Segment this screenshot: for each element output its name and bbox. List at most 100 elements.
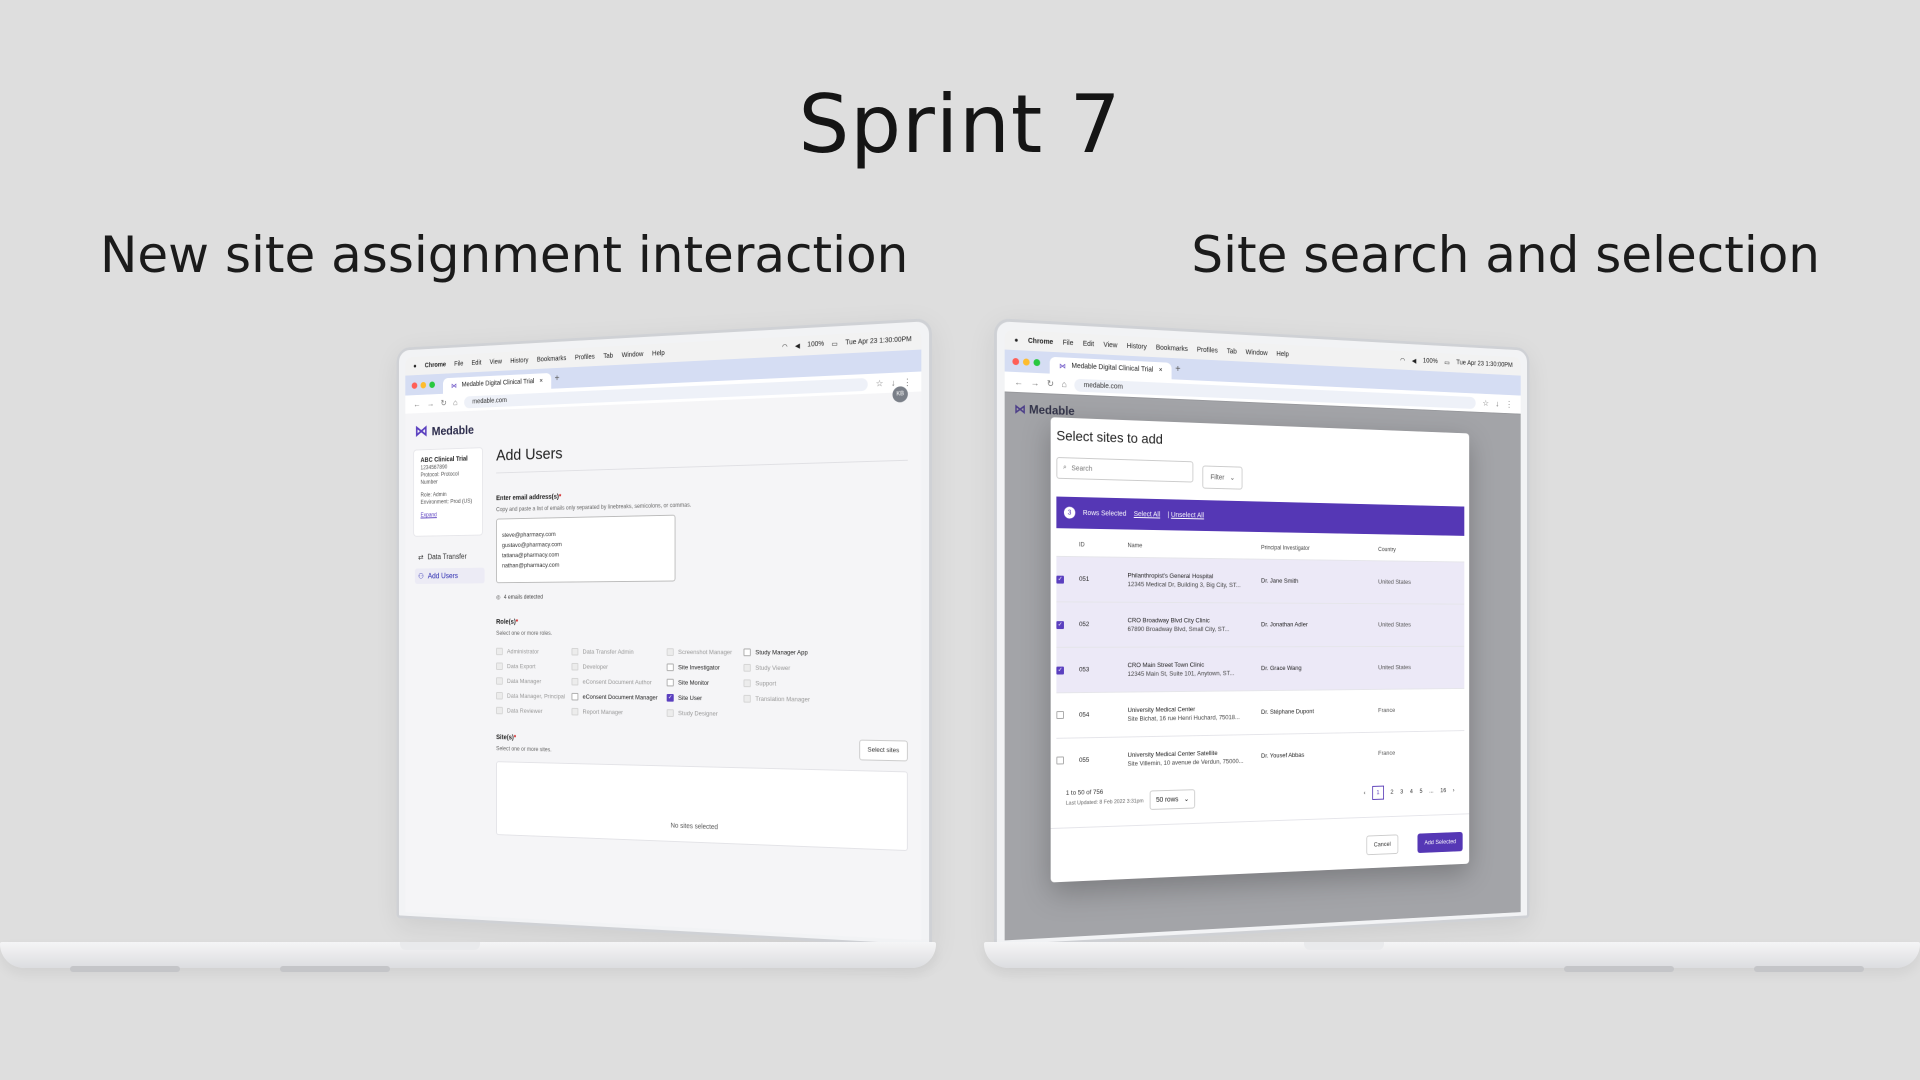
search-input[interactable]: ⌕ Search [1056, 456, 1194, 483]
reload-icon[interactable]: ↻ [1047, 378, 1054, 389]
checkbox-checked-icon[interactable]: ✓ [666, 693, 674, 702]
menu-tab[interactable]: Tab [1227, 348, 1237, 355]
checkbox-icon[interactable] [571, 692, 579, 701]
column-header-country[interactable]: Country [1378, 547, 1464, 554]
menu-window[interactable]: Window [622, 351, 644, 359]
email-textarea[interactable]: steve@pharmacy.com gustavo@pharmacy.com … [496, 514, 676, 584]
menu-bookmarks[interactable]: Bookmarks [1156, 344, 1188, 352]
checkbox-checked-icon[interactable]: ✓ [1056, 575, 1064, 584]
menu-window[interactable]: Window [1246, 349, 1268, 357]
role-option[interactable]: ✓ Site User [666, 693, 744, 703]
menu-chrome[interactable]: Chrome [1028, 337, 1053, 345]
page-button[interactable]: 16 [1440, 787, 1446, 794]
bookmark-star-icon[interactable]: ☆ [1482, 398, 1489, 408]
close-window-icon[interactable] [1012, 357, 1020, 365]
column-header-id[interactable]: ID [1079, 542, 1128, 549]
role-option[interactable]: Study Manager App [743, 648, 827, 657]
brand-logo[interactable]: ⋈ Medable [415, 420, 474, 441]
new-tab-icon[interactable]: + [555, 373, 560, 384]
menu-chrome[interactable]: Chrome [425, 361, 446, 368]
menu-profiles[interactable]: Profiles [575, 353, 595, 361]
role-option[interactable]: Site Monitor [666, 678, 744, 687]
table-row[interactable]: ✓ 052 CRO Broadway Blvd City Clinic 67890 B… [1056, 601, 1465, 647]
volume-icon[interactable]: ◀ [795, 342, 800, 350]
back-icon[interactable]: ← [413, 399, 420, 408]
checkbox-icon[interactable] [1056, 755, 1064, 765]
minimize-window-icon[interactable] [420, 381, 427, 389]
cancel-button[interactable]: Cancel [1366, 834, 1399, 856]
chevron-right-icon[interactable]: › [1453, 787, 1455, 793]
menu-bookmarks[interactable]: Bookmarks [537, 355, 567, 363]
site-name-cell: University Medical Center Site Bichat, 16… [1128, 705, 1262, 723]
filter-dropdown[interactable]: Filter ⌄ [1202, 465, 1243, 490]
select-sites-button[interactable]: Select sites [858, 739, 908, 762]
column-header-pi[interactable]: Principal Investigator [1261, 545, 1378, 553]
checkbox-checked-icon[interactable]: ✓ [1056, 666, 1064, 675]
checkbox-checked-icon[interactable]: ✓ [1056, 620, 1064, 629]
back-icon[interactable]: ← [1014, 377, 1023, 387]
forward-icon[interactable]: → [427, 399, 434, 408]
zoom-window-icon[interactable] [429, 380, 435, 388]
more-menu-icon[interactable]: ⋮ [903, 376, 912, 387]
zoom-window-icon[interactable] [1033, 358, 1041, 366]
battery-icon[interactable]: ▭ [1444, 359, 1449, 367]
menu-tab[interactable]: Tab [603, 352, 613, 359]
table-row[interactable]: ✓ 051 Philanthropist's General Hospital 123… [1056, 555, 1465, 604]
page-button[interactable]: 4 [1410, 788, 1413, 795]
avatar[interactable]: KB [892, 386, 908, 403]
checkbox-icon [496, 647, 503, 656]
menu-help[interactable]: Help [652, 350, 665, 357]
sidebar-item-add-users[interactable]: ⚇ Add Users [414, 567, 485, 584]
unselect-all-link[interactable]: Unselect All [1171, 511, 1204, 518]
page-button[interactable]: 5 [1420, 788, 1423, 795]
download-icon[interactable]: ↓ [1495, 399, 1499, 408]
menu-edit[interactable]: Edit [1083, 340, 1094, 347]
page-button[interactable]: 2 [1390, 789, 1393, 796]
wifi-icon[interactable]: ◠ [1400, 357, 1405, 364]
home-icon[interactable]: ⌂ [1062, 379, 1067, 389]
sidebar-item-data-transfer[interactable]: ⇄ Data Transfer [415, 548, 485, 565]
table-row[interactable]: ✓ 053 CRO Main Street Town Clinic 12345 Mai… [1056, 645, 1465, 693]
checkbox-icon[interactable] [1056, 710, 1064, 719]
sidebar-item-label: Add Users [427, 571, 459, 581]
checkbox-icon[interactable] [743, 648, 751, 657]
menu-profiles[interactable]: Profiles [1197, 346, 1218, 354]
bookmark-star-icon[interactable]: ☆ [876, 378, 884, 389]
new-tab-icon[interactable]: + [1175, 363, 1180, 374]
checkbox-icon[interactable] [666, 663, 674, 672]
role-option[interactable]: eConsent Document Manager [571, 692, 667, 702]
page-button[interactable]: 3 [1400, 789, 1403, 796]
close-tab-icon[interactable]: × [1159, 367, 1163, 374]
volume-icon[interactable]: ◀ [1412, 357, 1416, 365]
column-header-name[interactable]: Name [1128, 543, 1262, 551]
chevron-left-icon[interactable]: ‹ [1364, 790, 1366, 797]
more-menu-icon[interactable]: ⋮ [1506, 399, 1513, 409]
role-option: Report Manager [571, 707, 667, 717]
reload-icon[interactable]: ↻ [441, 398, 447, 408]
add-selected-button[interactable]: Add Selected [1417, 831, 1463, 854]
rows-per-page-select[interactable]: 50 rows ⌄ [1149, 789, 1196, 810]
select-all-link[interactable]: Select All [1134, 511, 1160, 518]
battery-icon[interactable]: ▭ [832, 340, 838, 348]
menu-file[interactable]: File [1063, 339, 1074, 346]
menu-history[interactable]: History [1127, 343, 1147, 351]
menu-edit[interactable]: Edit [471, 359, 481, 366]
menu-file[interactable]: File [454, 360, 463, 367]
home-icon[interactable]: ⌂ [453, 398, 457, 407]
page-button[interactable]: 1 [1372, 785, 1384, 800]
menu-help[interactable]: Help [1276, 350, 1289, 357]
checkbox-icon[interactable] [666, 678, 674, 687]
close-window-icon[interactable] [411, 381, 418, 389]
menu-view[interactable]: View [490, 358, 502, 365]
wifi-icon[interactable]: ◠ [782, 343, 788, 351]
minimize-window-icon[interactable] [1022, 357, 1030, 366]
download-icon[interactable]: ↓ [891, 378, 895, 388]
forward-icon[interactable]: → [1031, 378, 1040, 388]
menu-history[interactable]: History [510, 357, 528, 364]
expand-link[interactable]: Expand [420, 511, 475, 520]
laptop-right-notch [1304, 942, 1384, 950]
menu-view[interactable]: View [1103, 341, 1117, 349]
role-option[interactable]: Site Investigator [666, 663, 744, 672]
table-row[interactable]: 055 University Medical Center Satellite Si… [1056, 730, 1465, 784]
close-tab-icon[interactable]: × [539, 378, 542, 385]
